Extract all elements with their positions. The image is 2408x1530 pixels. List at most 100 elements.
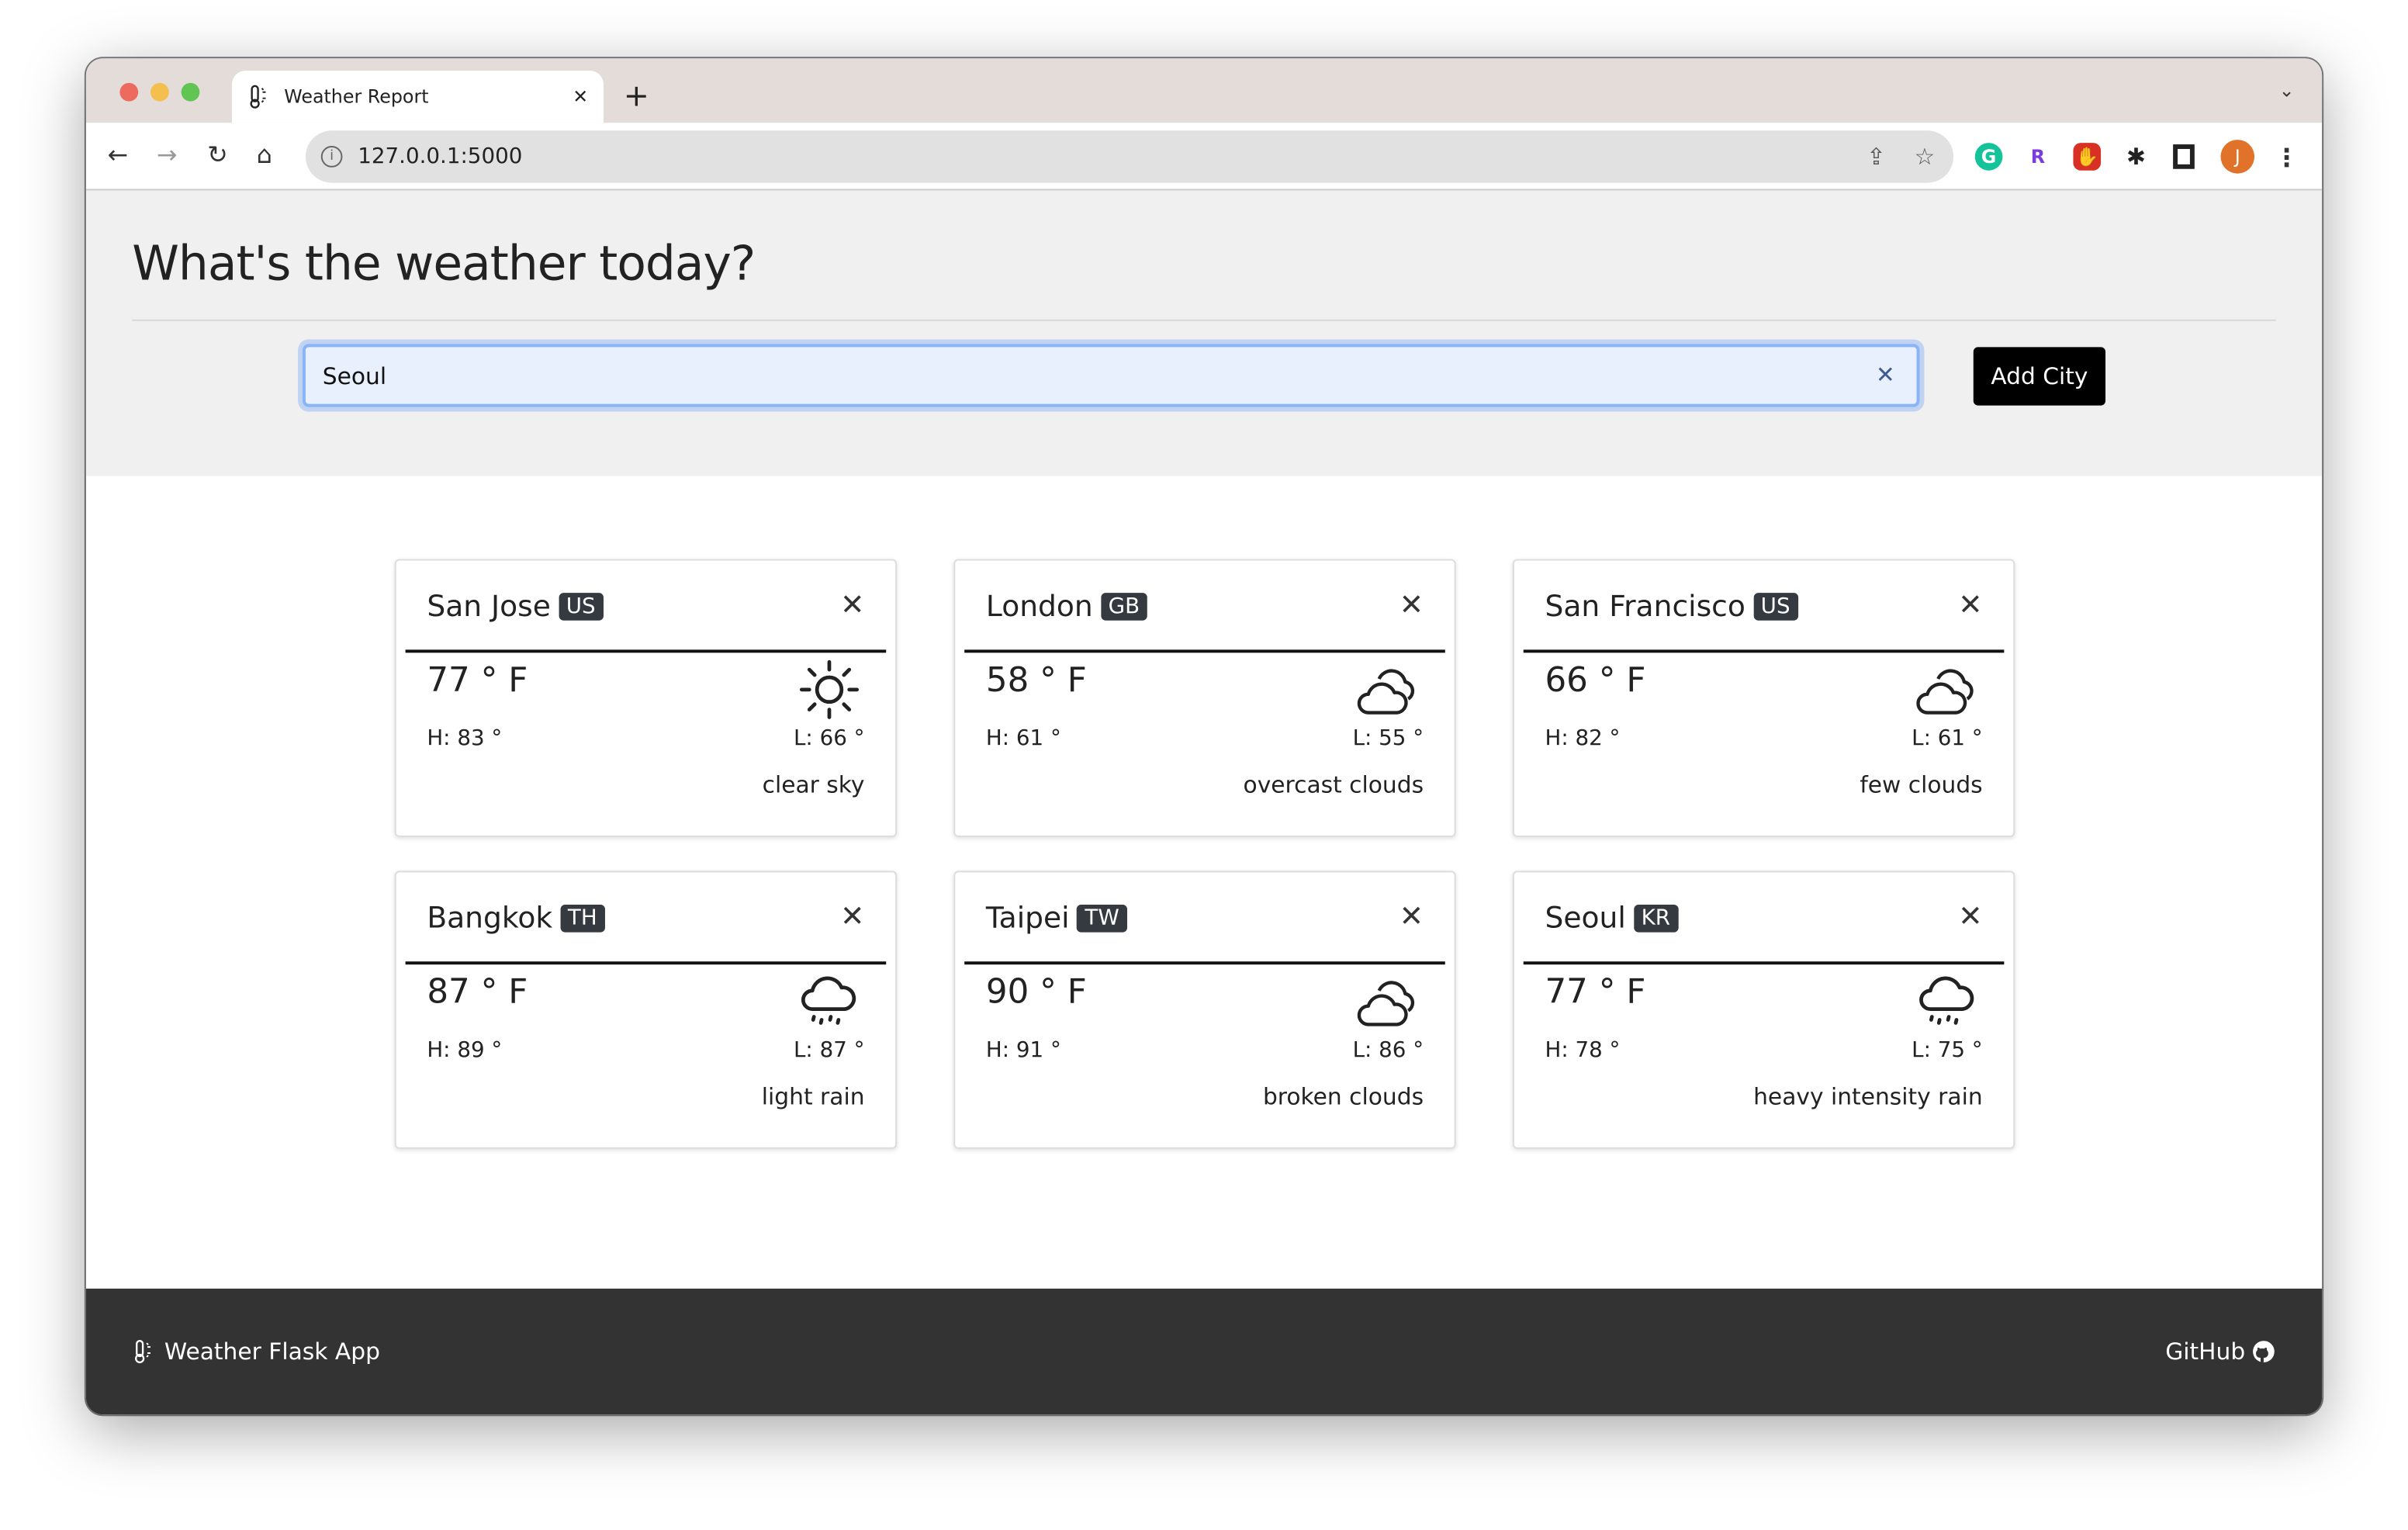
home-icon[interactable]: ⌂: [257, 140, 272, 169]
bookmark-star-icon[interactable]: ☆: [1915, 143, 1936, 171]
city-name-text: London: [985, 590, 1093, 624]
avatar[interactable]: J: [2220, 140, 2255, 174]
high-temperature: H: 83 °: [427, 726, 503, 752]
city-name: Bangkok TH: [427, 902, 605, 936]
high-temperature: H: 89 °: [427, 1038, 503, 1063]
puzzle-icon[interactable]: ✱: [2123, 143, 2150, 171]
low-temperature: L: 55 °: [1352, 726, 1424, 752]
clouds-icon: [1915, 657, 1980, 722]
weather-description: few clouds: [1860, 770, 1983, 799]
forward-icon[interactable]: →: [157, 140, 178, 169]
thermometer-sun-icon: [250, 85, 266, 109]
current-temperature: 66 ° F: [1545, 662, 1646, 701]
high-temperature: H: 91 °: [985, 1038, 1061, 1063]
footer-brand-text: Weather Flask App: [164, 1338, 380, 1366]
page-header: What's the weather today? Seoul ✕ Add Ci…: [85, 190, 2323, 476]
weather-description: heavy intensity rain: [1753, 1082, 1983, 1111]
current-temperature: 90 ° F: [985, 974, 1087, 1012]
remove-city-button[interactable]: ✕: [1399, 900, 1424, 934]
city-card: Taipei TW ✕ 90 ° F H: 91 ° L: 86 ° broken…: [953, 871, 1456, 1149]
low-temperature: L: 66 °: [793, 726, 865, 752]
screen: Weather Report ✕ + ⌄ ← → ↻ ⌂ i 127.0.0.1…: [0, 0, 2408, 1530]
high-temperature: H: 61 °: [985, 726, 1061, 752]
remove-city-button[interactable]: ✕: [840, 900, 865, 934]
add-city-button[interactable]: Add City: [1973, 347, 2106, 406]
cloud-rain-icon: [797, 969, 861, 1033]
weather-description: clear sky: [762, 770, 865, 799]
city-name: London GB: [986, 590, 1147, 624]
github-text: GitHub: [2165, 1338, 2246, 1366]
divider: [132, 319, 2276, 321]
low-temperature: L: 87 °: [793, 1038, 865, 1063]
remove-city-button[interactable]: ✕: [1958, 588, 1983, 622]
city-card: Seoul KR ✕ 77 ° F H: 78 ° L: 75 ° heavy i…: [1512, 871, 2015, 1149]
share-icon[interactable]: ⇪: [1867, 143, 1886, 171]
browser-window: Weather Report ✕ + ⌄ ← → ↻ ⌂ i 127.0.0.1…: [85, 58, 2323, 1415]
city-search-input[interactable]: Seoul ✕: [302, 344, 1920, 407]
divider: [1523, 649, 2005, 653]
city-name: San Francisco US: [1545, 590, 1798, 624]
footer-brand[interactable]: Weather Flask App: [132, 1338, 380, 1366]
divider: [964, 961, 1445, 965]
low-temperature: L: 75 °: [1912, 1038, 1983, 1063]
adblock-icon[interactable]: ✋: [2073, 143, 2102, 171]
menu-kebab-icon[interactable]: ⋮: [2273, 142, 2301, 171]
country-badge: TW: [1077, 904, 1127, 933]
country-badge: KR: [1633, 904, 1678, 933]
city-name-text: Bangkok: [427, 902, 553, 936]
city-name: Taipei TW: [986, 902, 1127, 936]
remove-city-button[interactable]: ✕: [840, 588, 865, 622]
new-tab-button[interactable]: +: [624, 77, 649, 114]
info-icon[interactable]: i: [320, 146, 343, 168]
tab-bar: Weather Report ✕ + ⌄: [85, 58, 2323, 123]
page-title: What's the weather today?: [132, 236, 756, 292]
close-window-button[interactable]: [119, 82, 139, 102]
current-temperature: 77 ° F: [427, 662, 528, 701]
address-bar[interactable]: i 127.0.0.1:5000 ⇪ ☆: [305, 130, 1954, 183]
tab-weather-report[interactable]: Weather Report ✕: [231, 71, 604, 123]
reload-icon[interactable]: ↻: [207, 140, 228, 169]
search-value: Seoul: [322, 362, 387, 389]
tab-search-chevron-icon[interactable]: ⌄: [2279, 80, 2295, 102]
tab-title: Weather Report: [284, 85, 429, 108]
browser-toolbar: ← → ↻ ⌂ i 127.0.0.1:5000 ⇪ ☆ G R ✋ ✱ J ⋮: [85, 123, 2323, 191]
divider: [405, 961, 887, 965]
city-card: San Jose US ✕ 77 ° F H: 83 ° L: 66 ° clea…: [394, 559, 898, 837]
close-tab-icon[interactable]: ✕: [573, 86, 588, 108]
low-temperature: L: 86 °: [1352, 1038, 1424, 1063]
city-name-text: Taipei: [985, 902, 1070, 936]
sun-icon: [797, 657, 861, 722]
grammarly-icon[interactable]: G: [1974, 143, 2003, 171]
github-link[interactable]: GitHub: [2165, 1338, 2276, 1366]
clouds-icon: [1356, 969, 1420, 1033]
city-name-text: San Francisco: [1545, 590, 1745, 624]
city-name: San Jose US: [427, 590, 604, 624]
city-name-text: Seoul: [1545, 902, 1626, 936]
cloud-rain-icon: [1915, 969, 1980, 1033]
weather-description: broken clouds: [1262, 1082, 1424, 1111]
remove-city-button[interactable]: ✕: [1399, 588, 1424, 622]
url-text: 127.0.0.1:5000: [358, 144, 523, 169]
sidepanel-icon[interactable]: [2173, 144, 2195, 169]
city-card: London GB ✕ 58 ° F H: 61 ° L: 55 ° overca…: [953, 559, 1456, 837]
back-icon[interactable]: ←: [108, 140, 129, 169]
clouds-icon: [1356, 657, 1420, 722]
weather-description: overcast clouds: [1243, 770, 1424, 799]
minimize-window-button[interactable]: [150, 82, 169, 102]
divider: [964, 649, 1445, 653]
country-badge: US: [558, 593, 604, 621]
weather-description: light rain: [761, 1082, 865, 1111]
city-name: Seoul KR: [1545, 902, 1678, 936]
country-badge: US: [1752, 593, 1798, 621]
current-temperature: 58 ° F: [985, 662, 1087, 701]
github-icon: [2253, 1341, 2275, 1362]
divider: [405, 649, 887, 653]
clear-input-icon[interactable]: ✕: [1876, 361, 1895, 389]
remove-city-button[interactable]: ✕: [1958, 900, 1983, 934]
current-temperature: 87 ° F: [427, 974, 528, 1012]
r-extension-icon[interactable]: R: [2024, 143, 2052, 171]
footer: Weather Flask App GitHub: [85, 1288, 2323, 1415]
city-card: Bangkok TH ✕ 87 ° F H: 89 ° L: 87 ° light…: [394, 871, 898, 1149]
maximize-window-button[interactable]: [181, 82, 200, 102]
low-temperature: L: 61 °: [1912, 726, 1983, 752]
